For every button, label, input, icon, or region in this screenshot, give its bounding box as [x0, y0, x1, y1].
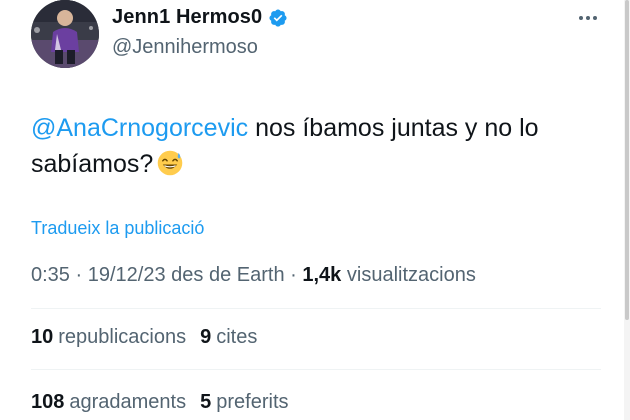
- meta-separator: ·: [290, 264, 297, 286]
- bookmarks-count: 5: [200, 391, 212, 413]
- post-meta: 0:35 · 19/12/23 des de Earth · 1,4k visu…: [31, 264, 476, 287]
- stats-row-likes: 108 agradaments 5 preferits: [31, 391, 289, 414]
- scrollbar-thumb[interactable]: [625, 0, 629, 320]
- quotes-stat[interactable]: 9 cites: [200, 326, 257, 349]
- author-handle[interactable]: @Jennihermoso: [112, 36, 258, 59]
- views-label: visualitzacions: [346, 264, 476, 286]
- reposts-label: republicacions: [58, 326, 187, 348]
- bookmarks-stat[interactable]: 5 preferits: [200, 391, 288, 414]
- mention-link[interactable]: @AnaCrnogorcevic: [31, 114, 248, 142]
- grinning-face-with-sweat-icon: [158, 150, 183, 176]
- reposts-count: 10: [31, 326, 54, 348]
- more-dots-icon: [579, 16, 597, 20]
- likes-label: agradaments: [69, 391, 187, 413]
- post-time[interactable]: 0:35: [31, 264, 70, 286]
- meta-separator: ·: [75, 264, 83, 286]
- stats-row-shares: 10 republicacions 9 cites: [31, 326, 257, 349]
- avatar[interactable]: [31, 0, 99, 68]
- scrollbar-track[interactable]: [624, 0, 630, 420]
- avatar-image: [31, 0, 99, 68]
- quotes-count: 9: [200, 326, 212, 348]
- quotes-label: cites: [216, 326, 258, 348]
- tweet-detail: Jenn1 Hermos0 @Jennihermoso @AnaCrnogorc…: [0, 0, 630, 420]
- divider: [31, 308, 601, 309]
- verified-badge-icon[interactable]: [268, 8, 288, 28]
- post-source: des de Earth: [171, 264, 285, 286]
- tweet-text: @AnaCrnogorcevic nos íbamos juntas y no …: [31, 110, 591, 182]
- likes-count: 108: [31, 391, 65, 413]
- translate-post-link[interactable]: Tradueix la publicació: [31, 218, 204, 239]
- bookmarks-label: preferits: [216, 391, 289, 413]
- author-name-row: Jenn1 Hermos0: [112, 6, 288, 29]
- more-options-button[interactable]: [574, 8, 602, 28]
- views-count: 1,4k: [302, 264, 342, 286]
- likes-stat[interactable]: 108 agradaments: [31, 391, 186, 414]
- author-display-name[interactable]: Jenn1 Hermos0: [112, 6, 262, 29]
- divider: [31, 369, 601, 370]
- post-date[interactable]: 19/12/23: [88, 264, 166, 286]
- reposts-stat[interactable]: 10 republicacions: [31, 326, 186, 349]
